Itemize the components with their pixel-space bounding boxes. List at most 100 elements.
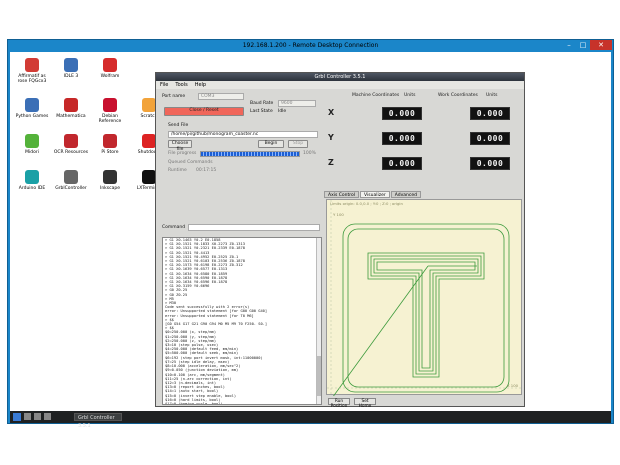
- axis-y-label: Y: [328, 133, 334, 142]
- command-label: Command: [162, 225, 186, 230]
- app-icon: [64, 98, 78, 112]
- work-y-display: 0.000: [470, 132, 510, 145]
- file-path-field[interactable]: /home/pi/github/monogram_coaster.nc: [168, 131, 318, 138]
- begin-button[interactable]: Begin: [258, 140, 284, 148]
- desktop-icon[interactable]: Debian Reference: [92, 98, 128, 124]
- work-coords-label: Work Coordinates: [438, 93, 478, 98]
- file-progress-text: 100%: [303, 151, 316, 156]
- browser-icon[interactable]: [34, 413, 41, 420]
- desktop-icon-label: Debian Reference: [98, 114, 122, 124]
- close-reset-button[interactable]: Close / Reset: [164, 107, 244, 116]
- tab-advanced[interactable]: Advanced: [390, 191, 421, 198]
- app-icon: [25, 98, 39, 112]
- letter-t-outline-1: [367, 252, 485, 378]
- work-units-label: Units: [486, 93, 498, 98]
- tab-bar: Axis Control Visualizer Advanced: [324, 191, 422, 198]
- app-icon: [25, 58, 39, 72]
- file-manager-icon[interactable]: [24, 413, 31, 420]
- visualizer-panel[interactable]: Limits origin: 0.0,0.0 ; Y:0 ; Z:0 ; ori…: [326, 199, 523, 396]
- file-progress-bar: [200, 151, 300, 157]
- desktop-icon[interactable]: Arduino IDE: [14, 170, 50, 191]
- tab-axis-control[interactable]: Axis Control: [324, 191, 360, 198]
- app-icon: [142, 170, 156, 184]
- console-scrollbar[interactable]: [316, 238, 321, 404]
- desktop-icon-label: Pi Store: [101, 150, 119, 155]
- work-z-display: 0.000: [470, 157, 510, 170]
- app-icon: [25, 134, 39, 148]
- desktop-icon-label: Midori: [25, 150, 39, 155]
- choose-file-button[interactable]: Choose file: [168, 140, 192, 152]
- desktop-icon-label: Arduino IDE: [18, 186, 46, 191]
- runtime-label: Runtime: [168, 168, 187, 173]
- screen: 192.168.1.200 - Remote Desktop Connectio…: [0, 0, 620, 465]
- remote-desktop-window: 192.168.1.200 - Remote Desktop Connectio…: [7, 39, 614, 429]
- last-state-label: Last State: [250, 109, 273, 114]
- command-input[interactable]: [188, 224, 320, 231]
- axis-z-label: Z: [328, 158, 334, 167]
- terminal-icon[interactable]: [44, 413, 51, 420]
- app-icon: [25, 170, 39, 184]
- maximize-button[interactable]: □: [576, 40, 590, 50]
- remote-desktop: Affirmatif as rose FQGcx3 IDLE 3 Wolfram Py…: [10, 52, 611, 411]
- minimize-button[interactable]: –: [562, 40, 576, 50]
- console-line: $17=0 (homing cycle, bool): [165, 401, 223, 405]
- menu-file[interactable]: File: [160, 81, 168, 89]
- app-icon: [142, 98, 156, 112]
- app-icon: [103, 134, 117, 148]
- visualizer-y-label: Y 100: [333, 212, 344, 217]
- close-button[interactable]: ✕: [590, 40, 612, 50]
- desktop-icon-label: Affirmatif as rose FQGcx3: [17, 74, 47, 84]
- letter-t-outline-2: [370, 255, 482, 375]
- letter-t-outline-4: [376, 261, 476, 369]
- desktop-icon[interactable]: IDLE 3: [53, 58, 89, 79]
- app-icon: [103, 98, 117, 112]
- menu-help[interactable]: Help: [195, 81, 206, 89]
- stop-button[interactable]: Stop: [288, 140, 308, 148]
- rdp-title: 192.168.1.200 - Remote Desktop Connectio…: [242, 42, 379, 49]
- desktop-icon-label: Inkscape: [100, 186, 120, 191]
- taskbar-app-grbl[interactable]: Grbl Controller 3.5.1: [74, 413, 122, 429]
- app-icon: [64, 58, 78, 72]
- visualizer-x-label: X 100: [507, 383, 519, 388]
- desktop-icon[interactable]: Pi Store: [92, 134, 128, 155]
- console-output[interactable]: > G1 X0.1463 Y0.2 E0.1858 > G1 X0.1521 Y0…: [162, 237, 322, 405]
- console-lines: > G1 X0.1463 Y0.2 E0.1858 > G1 X0.1521 Y0…: [163, 238, 321, 405]
- desktop-icon[interactable]: Mathematica: [53, 98, 89, 119]
- app-icon: [64, 134, 78, 148]
- run-position-button[interactable]: Run Position: [328, 398, 350, 409]
- set-home-button[interactable]: Set Home: [354, 398, 376, 409]
- desktop-icon-label: GrblController: [55, 186, 87, 191]
- machine-y-display: 0.000: [382, 132, 422, 145]
- baud-rate-label: Baud Rate: [250, 101, 274, 106]
- rdp-window-controls: – □ ✕: [562, 40, 612, 51]
- port-name-select[interactable]: COM3: [198, 93, 244, 100]
- console-scroll-thumb[interactable]: [317, 356, 321, 396]
- desktop-icon[interactable]: Wolfram: [92, 58, 128, 79]
- desktop-icon-label: Python Games: [15, 114, 49, 119]
- app-icon: [142, 134, 156, 148]
- tab-visualizer[interactable]: Visualizer: [360, 191, 390, 198]
- work-x-display: 0.000: [470, 107, 510, 120]
- menu-tools[interactable]: Tools: [175, 81, 187, 89]
- runtime-value: 00:17:15: [196, 168, 217, 173]
- outer-border-path: [342, 223, 510, 393]
- desktop-icon-label: Wolfram: [100, 74, 120, 79]
- desktop-icon-label: Mathematica: [56, 114, 86, 119]
- file-progress-fill: [201, 152, 299, 156]
- machine-x-display: 0.000: [382, 107, 422, 120]
- file-progress-label: File progress: [168, 151, 197, 156]
- desktop-icon[interactable]: GrblController: [53, 170, 89, 191]
- desktop-icon[interactable]: Affirmatif as rose FQGcx3: [14, 58, 50, 84]
- desktop-icon[interactable]: Midori: [14, 134, 50, 155]
- app-icon: [103, 170, 117, 184]
- start-menu-icon[interactable]: [13, 413, 21, 421]
- desktop-icon-label: IDLE 3: [63, 74, 79, 79]
- baud-rate-select[interactable]: 9600: [278, 100, 316, 107]
- desktop-icon[interactable]: OCR Resources: [53, 134, 89, 155]
- desktop-icon[interactable]: Inkscape: [92, 170, 128, 191]
- queued-label: Queued Commands: [168, 160, 213, 165]
- toolpath-drawing: [327, 200, 523, 396]
- desktop-icon[interactable]: Python Games: [14, 98, 50, 119]
- port-name-label: Port name: [162, 94, 186, 99]
- grbl-controller-window: Grbl Controller 3.5.1 File Tools Help Po…: [155, 72, 525, 409]
